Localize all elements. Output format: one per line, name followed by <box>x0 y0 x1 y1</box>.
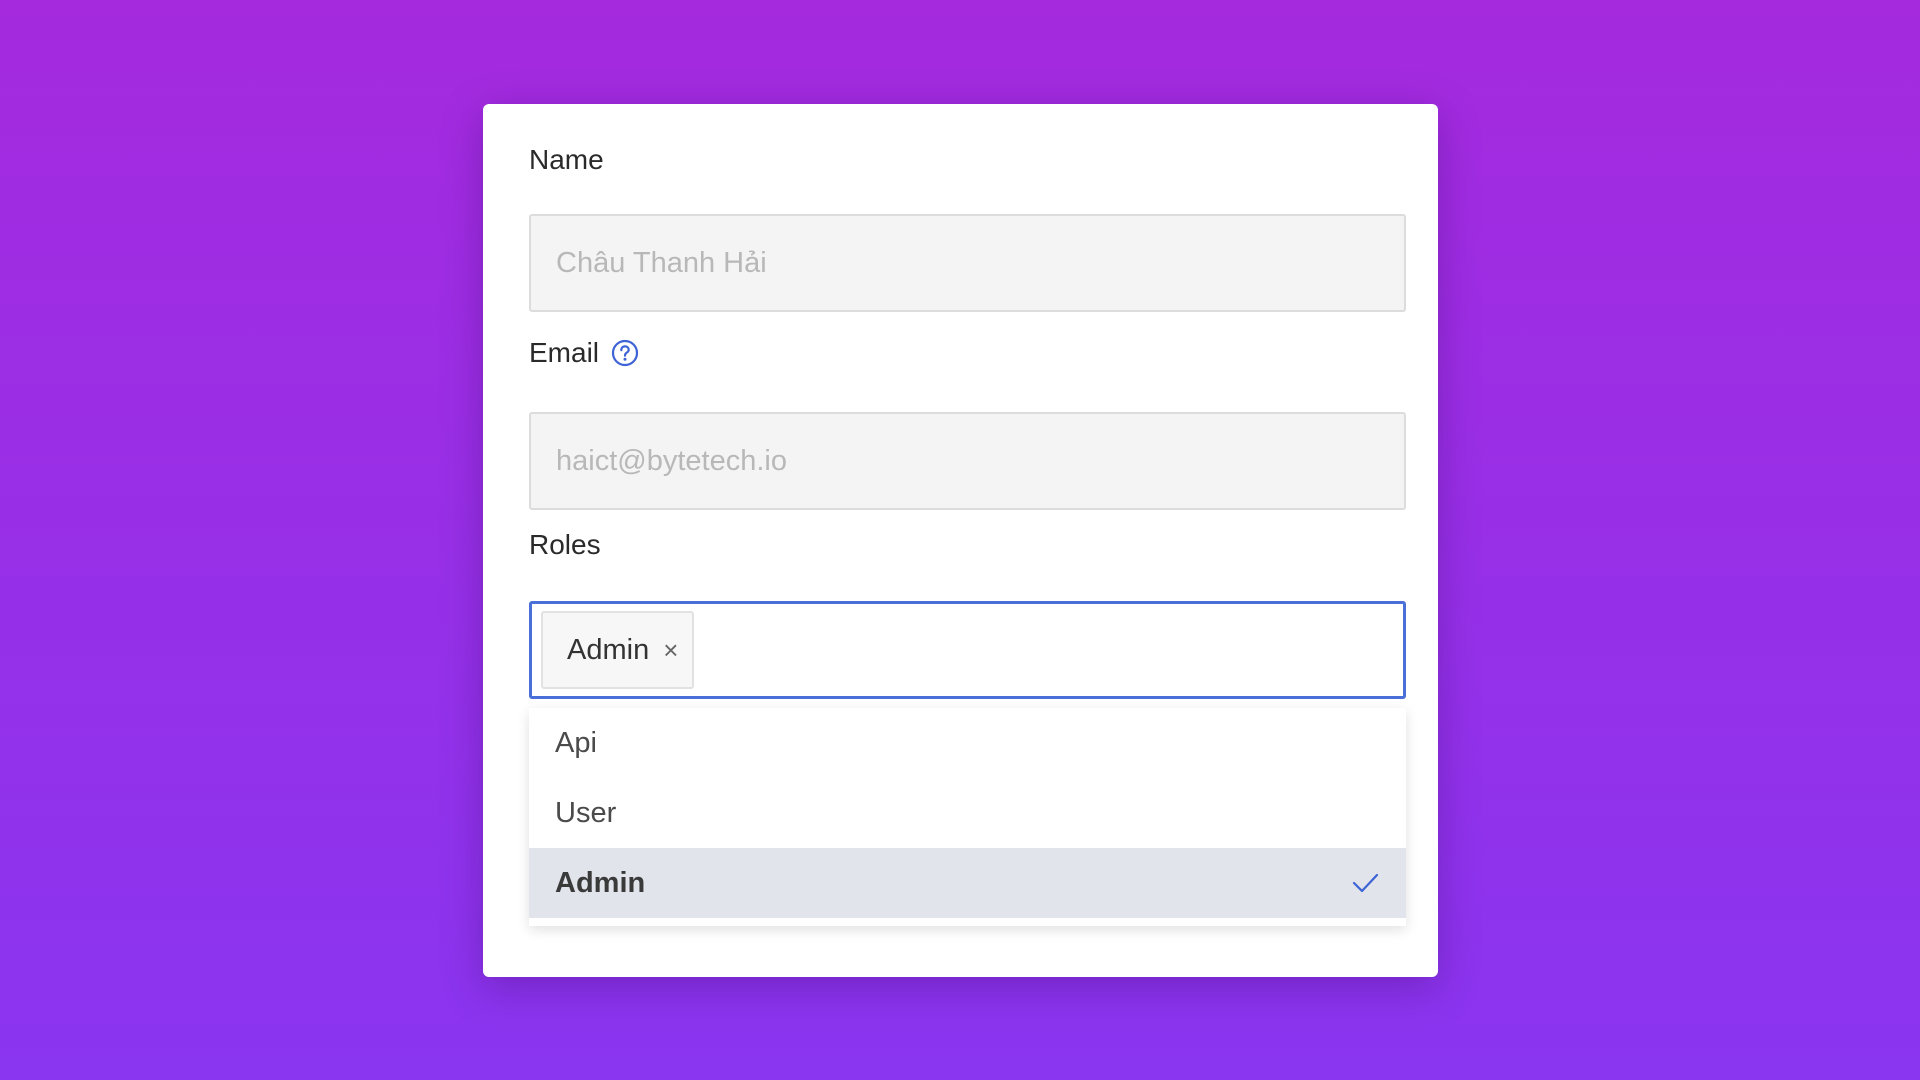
role-tag-label: Admin <box>567 633 650 666</box>
email-label: Email <box>529 337 639 369</box>
role-option-admin[interactable]: Admin <box>529 848 1406 918</box>
roles-dropdown: Api User Admin <box>529 708 1406 926</box>
check-icon <box>1350 868 1380 898</box>
role-option-api[interactable]: Api <box>529 708 1406 778</box>
roles-select[interactable]: Admin × <box>529 601 1406 699</box>
role-option-label: User <box>555 796 617 829</box>
question-circle-icon[interactable] <box>611 339 639 367</box>
close-icon[interactable]: × <box>663 637 678 663</box>
email-label-text: Email <box>529 337 600 368</box>
user-form-card: Name Email Roles Admin × Api User Adm <box>483 104 1438 977</box>
name-input[interactable] <box>529 214 1406 312</box>
name-label: Name <box>529 144 604 176</box>
email-input[interactable] <box>529 412 1406 510</box>
name-label-text: Name <box>529 144 604 175</box>
roles-label-text: Roles <box>529 529 601 560</box>
role-option-label: Admin <box>555 866 646 899</box>
role-option-label: Api <box>555 726 597 759</box>
role-option-user[interactable]: User <box>529 778 1406 848</box>
role-tag-admin: Admin × <box>541 611 695 689</box>
roles-label: Roles <box>529 529 601 561</box>
